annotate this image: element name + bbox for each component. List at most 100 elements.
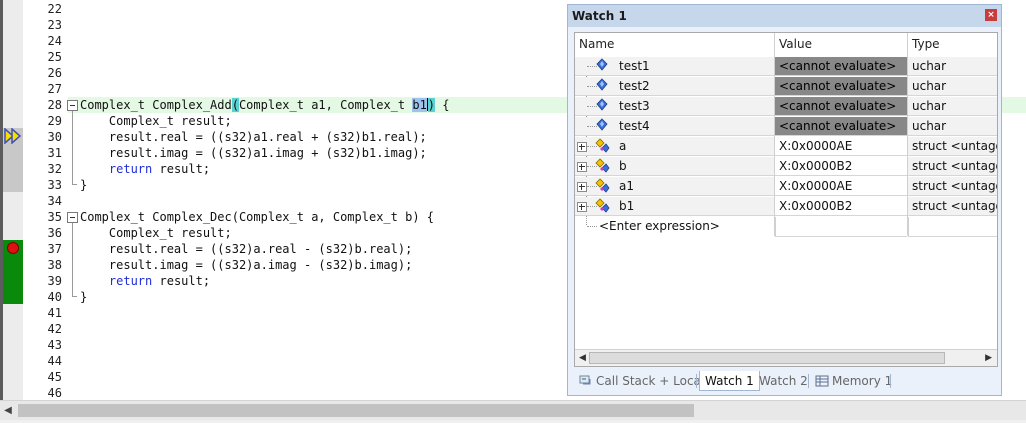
scroll-left-icon[interactable]: ◀ xyxy=(2,405,14,417)
code-brace: { xyxy=(435,98,450,112)
watch-value-cell[interactable]: X:0x0000B2 xyxy=(775,197,907,216)
watch-row[interactable]: test4 <cannot evaluate> uchar xyxy=(575,117,997,137)
watch-row[interactable]: test3 <cannot evaluate> uchar xyxy=(575,97,997,117)
tab-separator xyxy=(808,374,809,388)
line-number: 26 xyxy=(47,66,62,80)
code-line-31[interactable]: result.imag = ((s32)a1.imag + (s32)b1.im… xyxy=(80,145,427,161)
fold-toggle-28[interactable] xyxy=(67,100,78,111)
struct-icon xyxy=(595,178,610,193)
watch-row[interactable]: b1 X:0x0000B2struct <untagged> xyxy=(575,197,997,217)
tab-watch-2[interactable]: Watch 2 xyxy=(754,371,813,391)
watch-value-cell[interactable]: <cannot evaluate> xyxy=(775,57,907,76)
breakpoint-icon[interactable] xyxy=(7,242,19,254)
column-header-type[interactable]: Type xyxy=(908,33,997,56)
watch-variable-name: test4 xyxy=(619,119,650,133)
code-line-33[interactable]: } xyxy=(80,177,87,193)
line-number: 30 xyxy=(47,130,62,144)
variable-icon xyxy=(596,78,608,91)
code-line-29[interactable]: Complex_t result; xyxy=(80,113,232,129)
tab-separator xyxy=(890,374,891,388)
line-number: 43 xyxy=(47,338,62,352)
watch-variable-name: a xyxy=(619,139,627,153)
enter-expression-row[interactable]: <Enter expression> xyxy=(575,217,997,237)
line-number: 35 xyxy=(47,210,62,224)
line-number: 29 xyxy=(47,114,62,128)
code-line-40[interactable]: } xyxy=(80,289,87,305)
code-line-30[interactable]: result.real = ((s32)a1.real + (s32)b1.re… xyxy=(80,129,427,145)
watch-row[interactable]: a X:0x0000AEstruct <untagged> xyxy=(575,137,997,157)
return-value: result; xyxy=(152,162,211,176)
tab-watch-1[interactable]: Watch 1 xyxy=(699,371,760,391)
line-number: 33 xyxy=(47,178,62,192)
expand-icon[interactable] xyxy=(577,142,587,152)
column-header-value[interactable]: Value xyxy=(775,33,907,56)
struct-icon xyxy=(595,158,610,173)
code-line-36[interactable]: Complex_t result; xyxy=(80,225,232,241)
line-number: 44 xyxy=(47,354,62,368)
code-line-37[interactable]: result.real = ((s32)a.real - (s32)b.real… xyxy=(80,241,412,257)
watch-title: Watch 1 xyxy=(572,9,627,23)
line-number: 23 xyxy=(47,18,62,32)
expand-icon[interactable] xyxy=(577,202,587,212)
watch-row[interactable]: a1 X:0x0000AEstruct <untagged> xyxy=(575,177,997,197)
watch-row[interactable]: b X:0x0000B2struct <untagged> xyxy=(575,157,997,177)
column-header-name[interactable]: Name xyxy=(575,33,774,56)
line-number: 40 xyxy=(47,290,62,304)
editor-horizontal-scrollbar[interactable]: ◀ xyxy=(0,400,1026,421)
watch-variable-name: b xyxy=(619,159,627,173)
watch-value-cell[interactable]: X:0x0000AE xyxy=(775,177,907,196)
tab-separator xyxy=(696,374,697,388)
watch-horizontal-scrollbar[interactable]: ◀ ▶ xyxy=(575,349,997,366)
matched-paren-open: ( xyxy=(231,98,239,112)
watch-tabs: Call Stack + Locals Watch 1 Watch 2 Memo… xyxy=(572,369,999,393)
expand-icon[interactable] xyxy=(577,182,587,192)
tab-call-stack-locals[interactable]: Call Stack + Locals xyxy=(574,371,715,391)
breakpoint-margin[interactable] xyxy=(3,0,23,400)
expand-icon[interactable] xyxy=(577,162,587,172)
tab-label: Watch 1 xyxy=(705,374,754,388)
tab-memory-1[interactable]: Memory 1 xyxy=(810,371,897,391)
scrollbar-thumb[interactable] xyxy=(18,404,694,417)
code-line-32[interactable]: return result; xyxy=(80,161,210,177)
code-line-39[interactable]: return result; xyxy=(80,273,210,289)
watch-value-cell[interactable]: <cannot evaluate> xyxy=(775,77,907,96)
tab-label: Memory 1 xyxy=(832,374,893,388)
watch-grid[interactable]: Name Value Type test1 <cannot evaluate> uc… xyxy=(574,32,998,367)
scrollbar-thumb[interactable] xyxy=(589,352,945,364)
watch-variable-name: test2 xyxy=(619,79,650,93)
struct-icon xyxy=(595,138,610,153)
memory-icon xyxy=(815,375,829,387)
watch-type-cell: uchar xyxy=(908,117,997,136)
fold-toggle-35[interactable] xyxy=(67,212,78,223)
close-icon[interactable]: × xyxy=(985,9,997,21)
line-number: 41 xyxy=(47,306,62,320)
watch-value-cell[interactable]: <cannot evaluate> xyxy=(775,117,907,136)
watch-titlebar[interactable]: Watch 1 × xyxy=(568,5,1001,27)
variable-icon xyxy=(596,118,608,131)
watch-value-cell[interactable]: X:0x0000B2 xyxy=(775,157,907,176)
line-number: 25 xyxy=(47,50,62,64)
code-function-signature: Complex_t Complex_Add xyxy=(80,98,232,112)
line-number: 24 xyxy=(47,34,62,48)
code-line-28[interactable]: Complex_t Complex_Add(Complex_t a1, Comp… xyxy=(80,97,449,113)
line-number: 22 xyxy=(47,2,62,16)
watch-row[interactable]: test1 <cannot evaluate> uchar xyxy=(575,57,997,77)
code-line-35[interactable]: Complex_t Complex_Dec(Complex_t a, Compl… xyxy=(80,209,434,225)
keyword-return: return xyxy=(108,274,153,288)
fold-guide xyxy=(72,111,73,184)
keyword-return: return xyxy=(108,162,153,176)
line-number: 32 xyxy=(47,162,62,176)
watch-row[interactable]: test2 <cannot evaluate> uchar xyxy=(575,77,997,97)
selected-word: b1 xyxy=(412,98,427,112)
watch-value-cell[interactable]: <cannot evaluate> xyxy=(775,97,907,116)
current-line-arrow-icon xyxy=(4,128,22,144)
enter-expression-placeholder[interactable]: <Enter expression> xyxy=(599,217,720,236)
fold-end xyxy=(72,296,77,297)
scroll-left-icon[interactable]: ◀ xyxy=(579,353,586,363)
line-number: 31 xyxy=(47,146,62,160)
watch-value-cell[interactable]: X:0x0000AE xyxy=(775,137,907,156)
scroll-right-icon[interactable]: ▶ xyxy=(985,353,992,363)
watch-window[interactable]: Watch 1 × Name Value Type test1 <cannot e… xyxy=(567,4,1002,396)
code-line-38[interactable]: result.imag = ((s32)a.imag - (s32)b.imag… xyxy=(80,257,412,273)
line-number: 42 xyxy=(47,322,62,336)
